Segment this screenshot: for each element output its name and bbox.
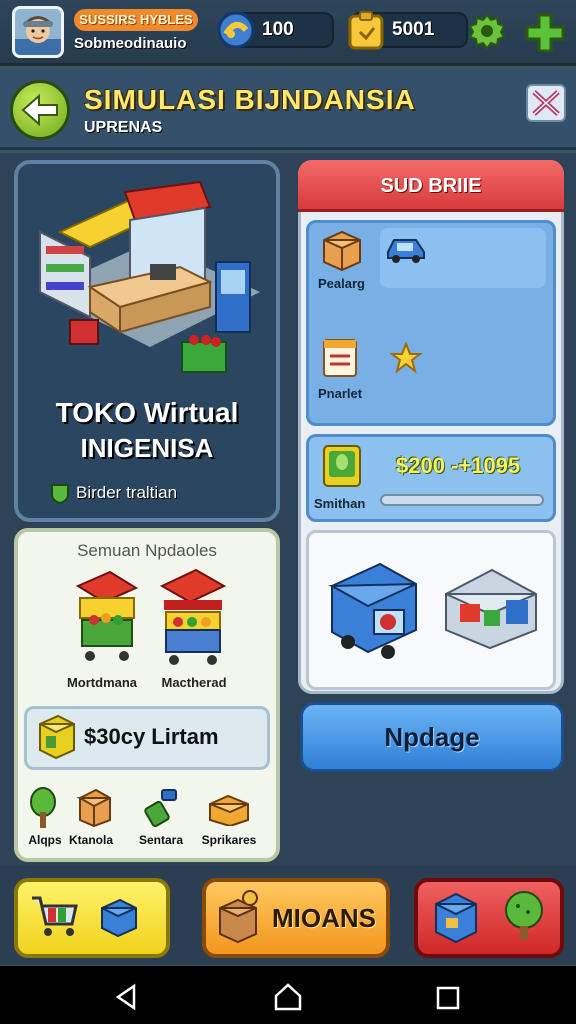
warehouse-icon[interactable]	[440, 560, 540, 650]
nav-back-icon[interactable]	[112, 982, 142, 1012]
shop-name-line1: TOKO Wirtual	[55, 397, 239, 428]
page-subtitle: UPRENAS	[84, 119, 163, 136]
storage-box-icon	[432, 888, 480, 944]
package-box-icon[interactable]	[320, 228, 364, 272]
spray-tool-icon[interactable]	[142, 786, 182, 828]
bush-icon	[500, 888, 548, 944]
plant-card-icon[interactable]	[322, 444, 362, 490]
document-icon[interactable]	[320, 336, 362, 380]
page-title: SIMULASI BIJNDANSIA	[84, 84, 416, 115]
tree-icon[interactable]	[26, 786, 60, 830]
player-rank-badge: SUSSIRS HYBLES	[74, 9, 198, 31]
coin-icon	[216, 10, 256, 50]
price-crate-icon	[36, 714, 76, 760]
close-x-icon	[532, 90, 560, 116]
mini-item-label-2: Ktanola	[68, 833, 113, 847]
nav-recents-icon[interactable]	[434, 984, 462, 1012]
car-icon	[384, 232, 428, 264]
side-panel-title: SUD BRIIE	[380, 175, 482, 197]
star-icon	[389, 341, 423, 374]
earnings-progress-bar	[380, 494, 544, 506]
crate-search-icon	[216, 888, 264, 944]
blue-box-icon	[98, 896, 140, 938]
price-label: $30cy Lirtam	[84, 724, 219, 749]
missions-label: MIOANS	[272, 903, 376, 933]
cash-box-icon	[346, 10, 386, 52]
add-plus-icon[interactable]	[524, 12, 566, 53]
shopping-cart-icon	[30, 892, 80, 942]
player-avatar[interactable]	[12, 6, 64, 58]
shop-building-illustration	[30, 172, 270, 392]
cash-value: 5001	[392, 19, 435, 40]
mini-item-label-3: Sentara	[138, 833, 184, 847]
shop-tag: Birder traltian	[76, 483, 178, 502]
stall-label-1: Mortdmana	[66, 675, 138, 690]
delivery-truck-icon[interactable]	[326, 556, 420, 660]
arrow-left-icon	[21, 93, 58, 127]
back-button[interactable]	[10, 80, 70, 140]
crate-stack-icon[interactable]	[208, 790, 250, 828]
stall-cart-icon[interactable]	[72, 568, 142, 672]
mini-item-label-4: Sprikares	[201, 833, 257, 847]
stalls-panel-title: Semuan Npdaoles	[77, 541, 217, 560]
player-name: Sobmeodinauio	[74, 35, 187, 52]
earnings-value: $200 -+1095	[396, 453, 521, 478]
settings-gear-icon[interactable]	[468, 12, 506, 50]
shield-check-icon	[50, 482, 70, 505]
earnings-label: Smithan	[314, 496, 366, 511]
nav-home-icon[interactable]	[272, 982, 304, 1012]
stall-label-2: Mactherad	[161, 675, 227, 690]
coins-value: 100	[262, 19, 294, 40]
side-item-label-1: Pealarg	[318, 276, 365, 291]
upgrade-button[interactable]: Npdage	[300, 702, 564, 772]
close-button[interactable]	[526, 84, 566, 122]
shop-name-line2: INIGENISA	[80, 433, 214, 463]
stall-awning-icon[interactable]	[156, 564, 228, 672]
avatar-face-icon	[15, 16, 61, 55]
cardboard-box-icon[interactable]	[76, 788, 114, 828]
side-item-label-2: Pnarlet	[318, 386, 363, 401]
